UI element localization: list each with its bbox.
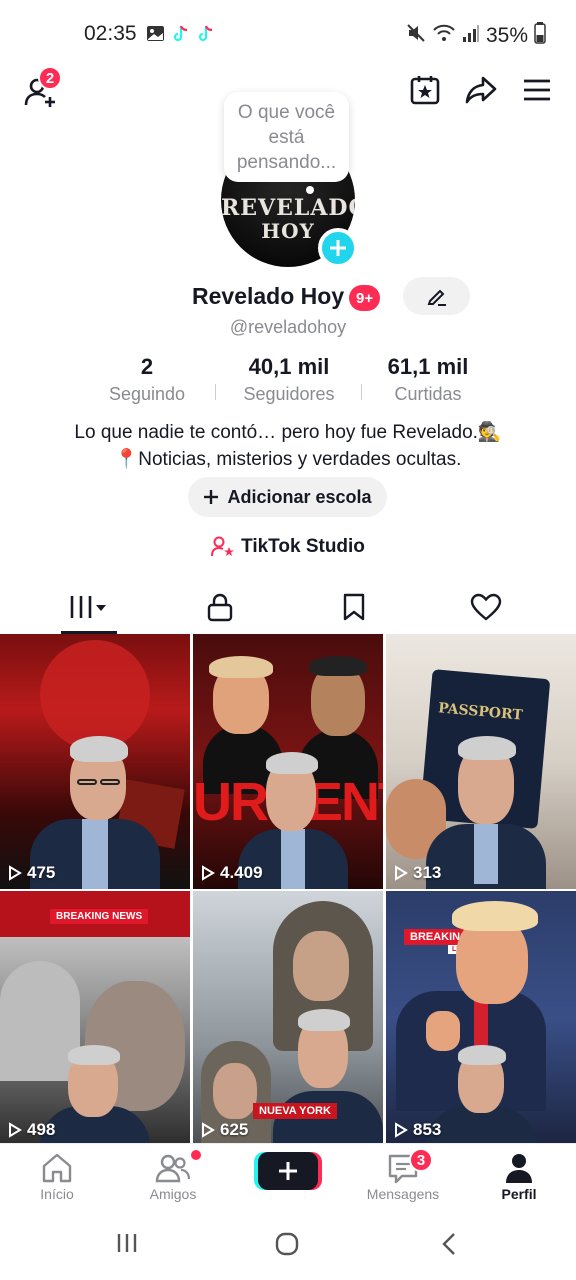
video-view-count: 498 xyxy=(8,1120,55,1140)
recent-apps-button[interactable] xyxy=(116,1232,138,1259)
plus-icon xyxy=(330,240,346,256)
nav-friends-label: Amigos xyxy=(149,1186,197,1202)
stat-following-value: 2 xyxy=(140,354,154,379)
stat-following[interactable]: 2 Seguindo xyxy=(100,354,194,405)
thought-bubble[interactable]: O que você está pensando... xyxy=(224,92,349,182)
nav-messages[interactable]: 3 Mensagens xyxy=(355,1148,451,1202)
nav-home-label: Início xyxy=(40,1186,74,1202)
pencil-icon xyxy=(427,289,446,306)
nav-profile[interactable]: Perfil xyxy=(471,1150,567,1202)
battery-icon xyxy=(534,22,546,50)
plus-icon xyxy=(279,1162,297,1180)
profile-handle: @reveladohoy xyxy=(229,317,347,337)
calendar-button[interactable] xyxy=(403,68,447,112)
edit-profile-button[interactable] xyxy=(403,277,470,315)
play-icon xyxy=(395,1122,408,1138)
add-story-button[interactable] xyxy=(318,228,358,268)
play-icon xyxy=(395,865,408,881)
stat-likes-value: 61,1 mil xyxy=(387,354,469,379)
studio-icon xyxy=(211,536,235,557)
bookmark-icon xyxy=(343,593,365,621)
add-friends-button[interactable]: 2 xyxy=(18,66,62,114)
friends-notification-dot xyxy=(191,1150,201,1160)
battery-level: 35% xyxy=(485,24,528,47)
share-profile-button[interactable] xyxy=(459,68,503,112)
add-school-label: Adicionar escola xyxy=(227,486,372,507)
profile-bio: Lo que nadie te contó… pero hoy fue Reve… xyxy=(0,419,576,473)
tab-videos[interactable] xyxy=(17,580,161,634)
stat-likes-label: Curtidas xyxy=(394,384,462,404)
studio-label: TikTok Studio xyxy=(241,536,365,557)
play-icon xyxy=(202,1122,215,1138)
plus-icon xyxy=(204,490,219,504)
video-tile[interactable]: BREAKING LIVE 853 xyxy=(386,891,576,1146)
profile-name: Revelado Hoy xyxy=(192,283,345,309)
calendar-star-icon xyxy=(410,76,440,105)
heart-icon xyxy=(470,593,502,621)
nav-messages-label: Mensagens xyxy=(366,1186,440,1202)
video-view-count: 4.409 xyxy=(201,863,263,883)
friends-icon xyxy=(155,1154,191,1183)
add-friends-badge: 2 xyxy=(38,66,62,90)
lock-icon xyxy=(207,593,233,622)
stat-following-label: Seguindo xyxy=(108,384,186,404)
share-icon xyxy=(465,76,497,104)
stat-followers-value: 40,1 mil xyxy=(248,354,330,379)
add-school-button[interactable]: Adicionar escola xyxy=(188,477,387,517)
avatar-text-line1: REVELADO xyxy=(221,195,355,221)
video-tile[interactable]: URGENT 4.409 xyxy=(193,634,383,889)
gallery-icon xyxy=(146,24,165,43)
play-icon xyxy=(9,1122,22,1138)
tiktok-studio-link[interactable]: TikTok Studio xyxy=(0,536,576,558)
tiktok-icon xyxy=(196,24,215,43)
video-view-count: 853 xyxy=(394,1120,441,1140)
video-tile[interactable]: NUEVA YORK 625 xyxy=(193,891,383,1146)
stat-followers[interactable]: 40,1 mil Seguidores xyxy=(234,354,344,405)
create-button[interactable] xyxy=(258,1152,318,1190)
mute-icon xyxy=(406,23,426,49)
home-circle-icon xyxy=(275,1232,299,1256)
profile-tabs xyxy=(0,580,576,634)
signal-icon xyxy=(462,23,480,49)
home-system-button[interactable] xyxy=(275,1232,299,1261)
profile-icon xyxy=(506,1154,532,1183)
nav-home[interactable]: Início xyxy=(9,1150,105,1202)
video-view-count: 313 xyxy=(394,863,441,883)
menu-button[interactable] xyxy=(515,68,559,112)
stat-followers-label: Seguidores xyxy=(243,384,335,404)
tab-saved[interactable] xyxy=(282,580,426,634)
bio-line-2: 📍Noticias, misterios y verdades ocultas. xyxy=(114,449,462,470)
stat-divider xyxy=(215,384,216,400)
video-tile[interactable]: BREAKING NEWS 498 xyxy=(0,891,190,1146)
status-time: 02:35 xyxy=(84,22,137,45)
stat-divider xyxy=(361,384,362,400)
video-view-count: 625 xyxy=(201,1120,248,1140)
video-tile[interactable]: 475 xyxy=(0,634,190,889)
nav-profile-label: Perfil xyxy=(501,1186,537,1202)
video-overlay-text: BREAKING NEWS xyxy=(50,909,149,924)
home-icon xyxy=(42,1153,72,1183)
video-overlay-text: NUEVA YORK xyxy=(253,1103,337,1119)
tiktok-icon xyxy=(171,24,190,43)
play-icon xyxy=(202,865,215,881)
messages-badge: 3 xyxy=(409,1148,433,1172)
system-nav-bar xyxy=(0,1210,576,1280)
video-tile[interactable]: PASSPORT 313 xyxy=(386,634,576,889)
thought-bubble-dot xyxy=(306,186,314,194)
grid-videos-icon xyxy=(70,596,106,618)
back-system-button[interactable] xyxy=(440,1232,458,1261)
play-icon xyxy=(9,865,22,881)
tab-liked[interactable] xyxy=(414,580,558,634)
stat-likes[interactable]: 61,1 mil Curtidas xyxy=(378,354,478,405)
status-bar: 02:35 35% xyxy=(0,0,576,70)
bio-line-1: Lo que nadie te contó… pero hoy fue Reve… xyxy=(74,422,502,443)
name-badge[interactable]: 9+ xyxy=(349,285,381,311)
nav-friends[interactable]: Amigos xyxy=(125,1150,221,1202)
back-icon xyxy=(442,1233,455,1255)
recent-apps-icon xyxy=(117,1234,137,1252)
tab-private[interactable] xyxy=(148,580,292,634)
video-view-count: 475 xyxy=(8,863,55,883)
menu-icon xyxy=(524,79,550,101)
wifi-icon xyxy=(432,23,456,49)
